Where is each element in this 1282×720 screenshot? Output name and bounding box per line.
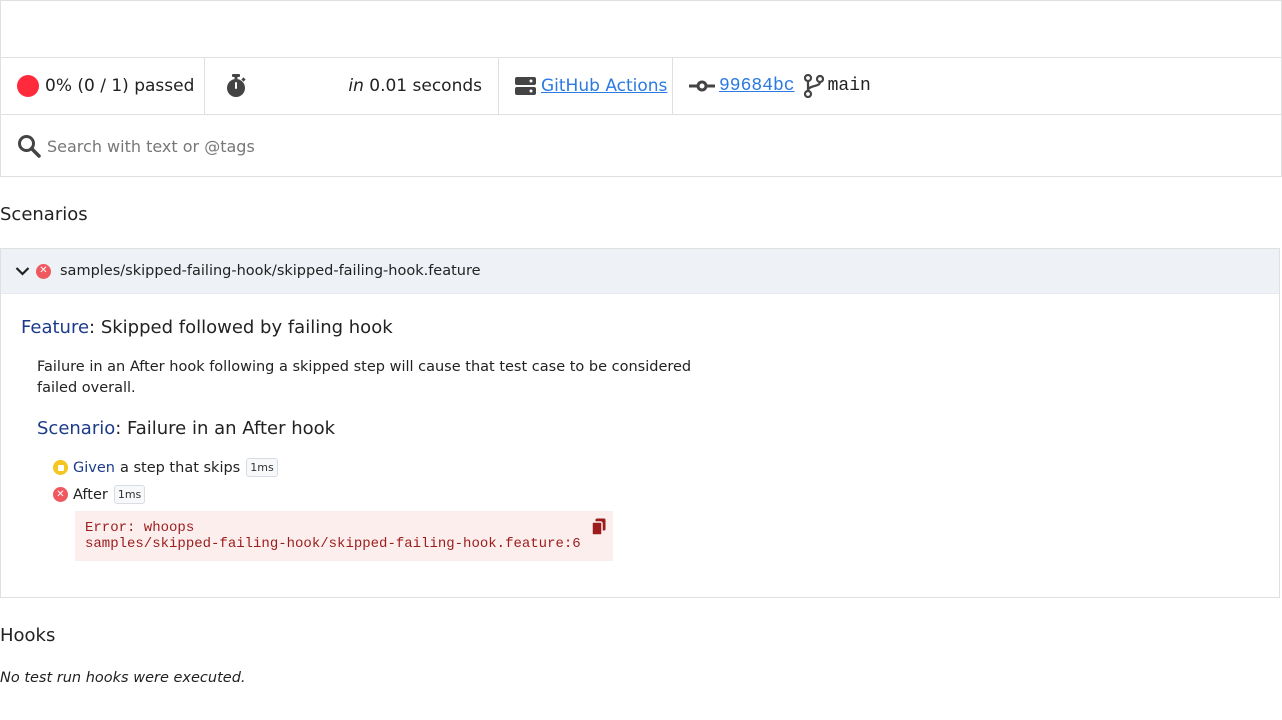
hooks-empty-message: No test run hooks were executed. xyxy=(0,670,246,686)
feature-keyword: Feature xyxy=(21,317,90,338)
duration-badge: 1ms xyxy=(113,485,146,504)
scenario-keyword: Scenario xyxy=(37,418,116,439)
git-info: 99684bc main xyxy=(673,58,871,114)
hook-row: ✕ After 1ms xyxy=(53,485,146,504)
search-icon xyxy=(18,135,41,158)
status-summary: 0% (0 / 1) passed xyxy=(1,58,205,114)
duration-badge: 1ms xyxy=(246,458,278,477)
server-icon xyxy=(515,77,536,95)
header-blank-row xyxy=(1,1,1281,58)
error-line: Error: whoops xyxy=(85,520,195,536)
scenario-name: : Failure in an After hook xyxy=(115,418,336,439)
branch-name: main xyxy=(827,76,871,96)
feature-panel: ✕ samples/skipped-failing-hook/skipped-f… xyxy=(0,248,1280,598)
step-keyword: Given xyxy=(73,459,115,476)
ci-info: GitHub Actions xyxy=(499,58,673,114)
commit-link[interactable]: 99684bc xyxy=(719,76,795,96)
commit-icon xyxy=(689,80,715,92)
skipped-icon xyxy=(53,460,68,475)
scenario-title: Scenario: Failure in an After hook xyxy=(37,418,335,439)
duration-text: in 0.01 seconds xyxy=(348,76,482,96)
search-input[interactable] xyxy=(47,136,847,156)
feature-accordion-header[interactable]: ✕ samples/skipped-failing-hook/skipped-f… xyxy=(1,249,1279,294)
report-header: 0% (0 / 1) passed in 0.01 seconds GitHub… xyxy=(0,0,1282,177)
step-row: Given a step that skips 1ms xyxy=(53,458,278,477)
error-location: samples/skipped-failing-hook/skipped-fai… xyxy=(85,536,581,552)
copy-icon[interactable] xyxy=(591,518,607,536)
hook-keyword: After xyxy=(73,486,108,503)
feature-name: : Skipped followed by failing hook xyxy=(89,317,393,338)
ci-link[interactable]: GitHub Actions xyxy=(541,76,667,96)
status-text: 0% (0 / 1) passed xyxy=(45,76,195,96)
failed-icon: ✕ xyxy=(36,263,51,279)
error-message: Error: whoops samples/skipped-failing-ho… xyxy=(75,511,613,561)
scenarios-heading: Scenarios xyxy=(0,204,88,225)
duration-summary: in 0.01 seconds xyxy=(205,58,499,114)
search-bar xyxy=(1,115,1281,177)
stats-bar: 0% (0 / 1) passed in 0.01 seconds GitHub… xyxy=(1,58,1281,115)
failed-status-icon xyxy=(17,75,39,97)
feature-title: Feature: Skipped followed by failing hoo… xyxy=(21,317,393,338)
branch-icon xyxy=(803,74,824,98)
hooks-heading: Hooks xyxy=(0,625,56,646)
stopwatch-icon xyxy=(227,74,246,97)
step-text: a step that skips xyxy=(119,459,241,476)
feature-description: Failure in an After hook following a ski… xyxy=(37,359,692,396)
feature-path: samples/skipped-failing-hook/skipped-fai… xyxy=(60,263,481,279)
failed-icon: ✕ xyxy=(53,487,68,502)
chevron-down-icon[interactable] xyxy=(15,266,30,276)
